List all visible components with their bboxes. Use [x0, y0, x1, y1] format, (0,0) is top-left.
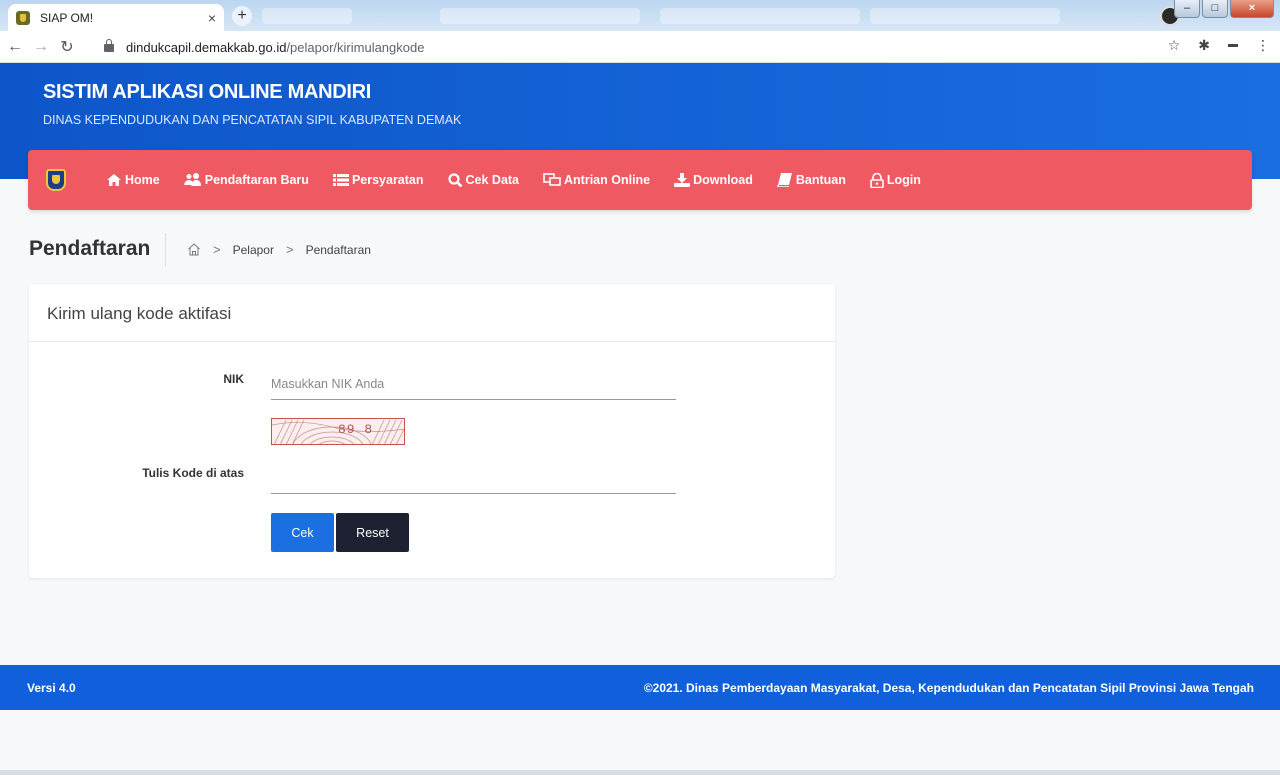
captcha-code-input[interactable]	[271, 462, 676, 494]
taskbar-edge	[0, 770, 1280, 775]
back-arrow-icon[interactable]: ←	[4, 38, 26, 56]
new-tab-button[interactable]: +	[232, 6, 252, 26]
main-navbar: Home Pendaftaran Baru Persyaratan Cek Da…	[28, 150, 1252, 210]
nav-item-login[interactable]: Login	[870, 172, 921, 188]
reset-button[interactable]: Reset	[336, 513, 409, 552]
book-icon	[777, 173, 792, 187]
resend-code-card: Kirim ulang kode aktifasi NIK 89 8 Tulis…	[29, 284, 835, 578]
captcha-image: 89 8	[271, 418, 405, 445]
nav-label: Pendaftaran Baru	[204, 173, 309, 187]
extensions-puzzle-icon[interactable]: ✱	[1198, 37, 1210, 54]
kabupaten-logo-icon[interactable]	[46, 169, 66, 191]
nav-item-pendaftaran-baru[interactable]: Pendaftaran Baru	[183, 173, 309, 187]
bookmark-star-icon[interactable]: ☆	[1168, 37, 1181, 54]
lock-icon	[870, 172, 884, 188]
list-icon	[332, 174, 349, 186]
nav-label: Login	[886, 173, 921, 187]
background-tab[interactable]	[262, 8, 352, 24]
secure-lock-icon	[104, 39, 114, 52]
users-icon	[183, 173, 201, 186]
background-tab[interactable]	[440, 8, 640, 24]
captcha-text: 89 8	[338, 422, 374, 437]
nav-item-download[interactable]: Download	[674, 173, 753, 187]
captcha-code-label: Tulis Kode di atas	[142, 466, 244, 480]
background-tab[interactable]	[870, 8, 1060, 24]
maximize-icon[interactable]: □	[1202, 0, 1228, 18]
site-title: SISTIM APLIKASI ONLINE MANDIRI	[43, 81, 372, 103]
nav-label: Cek Data	[465, 173, 520, 187]
nav-item-bantuan[interactable]: Bantuan	[777, 173, 846, 187]
monitor-icon	[543, 173, 561, 186]
home-icon	[107, 174, 121, 186]
chevron-right-icon: >	[285, 242, 294, 257]
browser-tab-title: SIAP OM!	[40, 10, 94, 25]
browser-tab[interactable]: SIAP OM! ×	[8, 4, 224, 31]
background-tab[interactable]	[660, 8, 860, 24]
address-bar: ← → ↻ dindukcapil.demakkab.go.id/pelapor…	[0, 31, 1280, 63]
cek-button[interactable]: Cek	[271, 513, 334, 552]
site-favicon-icon	[16, 10, 30, 25]
extension-icon[interactable]: ▬	[1228, 37, 1238, 54]
nav-label: Download	[693, 173, 753, 187]
version-text: Versi 4.0	[27, 681, 76, 695]
nav-label: Persyaratan	[351, 173, 424, 187]
download-icon	[674, 173, 691, 187]
card-title: Kirim ulang kode aktifasi	[29, 284, 835, 342]
window-controls: – □ ×	[1174, 0, 1274, 18]
reload-icon[interactable]: ↻	[56, 37, 78, 57]
nav-item-persyaratan[interactable]: Persyaratan	[332, 173, 424, 187]
nav-label: Home	[125, 173, 160, 187]
nik-input[interactable]	[271, 368, 676, 400]
forward-arrow-icon[interactable]: →	[30, 38, 52, 56]
nav-label: Bantuan	[795, 173, 846, 187]
page-title: Pendaftaran	[29, 237, 151, 260]
nav-label: Antrian Online	[564, 173, 651, 187]
url-path: /pelapor/kirimulangkode	[286, 39, 425, 55]
site-subtitle: DINAS KEPENDUDUKAN DAN PENCATATAN SIPIL …	[43, 113, 462, 127]
chevron-right-icon: >	[213, 242, 221, 257]
nav-item-cek-data[interactable]: Cek Data	[447, 173, 520, 187]
browser-tab-bar: SIAP OM! × + – □ ×	[0, 0, 1280, 31]
tab-close-icon[interactable]: ×	[208, 10, 216, 26]
browser-menu-icon[interactable]: ⋮	[1256, 37, 1270, 54]
title-divider	[165, 233, 166, 267]
url-field[interactable]: dindukcapil.demakkab.go.id/pelapor/kirim…	[94, 35, 1154, 59]
home-outline-icon[interactable]	[187, 243, 201, 256]
breadcrumb-item-current: Pendaftaran	[305, 242, 371, 257]
nav-item-home[interactable]: Home	[106, 173, 160, 187]
copyright-text: ©2021. Dinas Pemberdayaan Masyarakat, De…	[643, 681, 1254, 695]
url-domain: dindukcapil.demakkab.go.id	[126, 39, 287, 55]
search-icon	[447, 173, 462, 187]
nik-label: NIK	[223, 372, 244, 386]
window-close-icon[interactable]: ×	[1230, 0, 1274, 18]
site-footer: Versi 4.0 ©2021. Dinas Pemberdayaan Masy…	[0, 665, 1280, 710]
nav-item-antrian-online[interactable]: Antrian Online	[543, 173, 650, 187]
minimize-icon[interactable]: –	[1174, 0, 1200, 18]
breadcrumb: > Pelapor > Pendaftaran	[187, 242, 371, 257]
browser-toolbar-right: ☆ ✱ ▬ ⋮	[1168, 37, 1270, 54]
breadcrumb-item[interactable]: Pelapor	[233, 243, 274, 257]
